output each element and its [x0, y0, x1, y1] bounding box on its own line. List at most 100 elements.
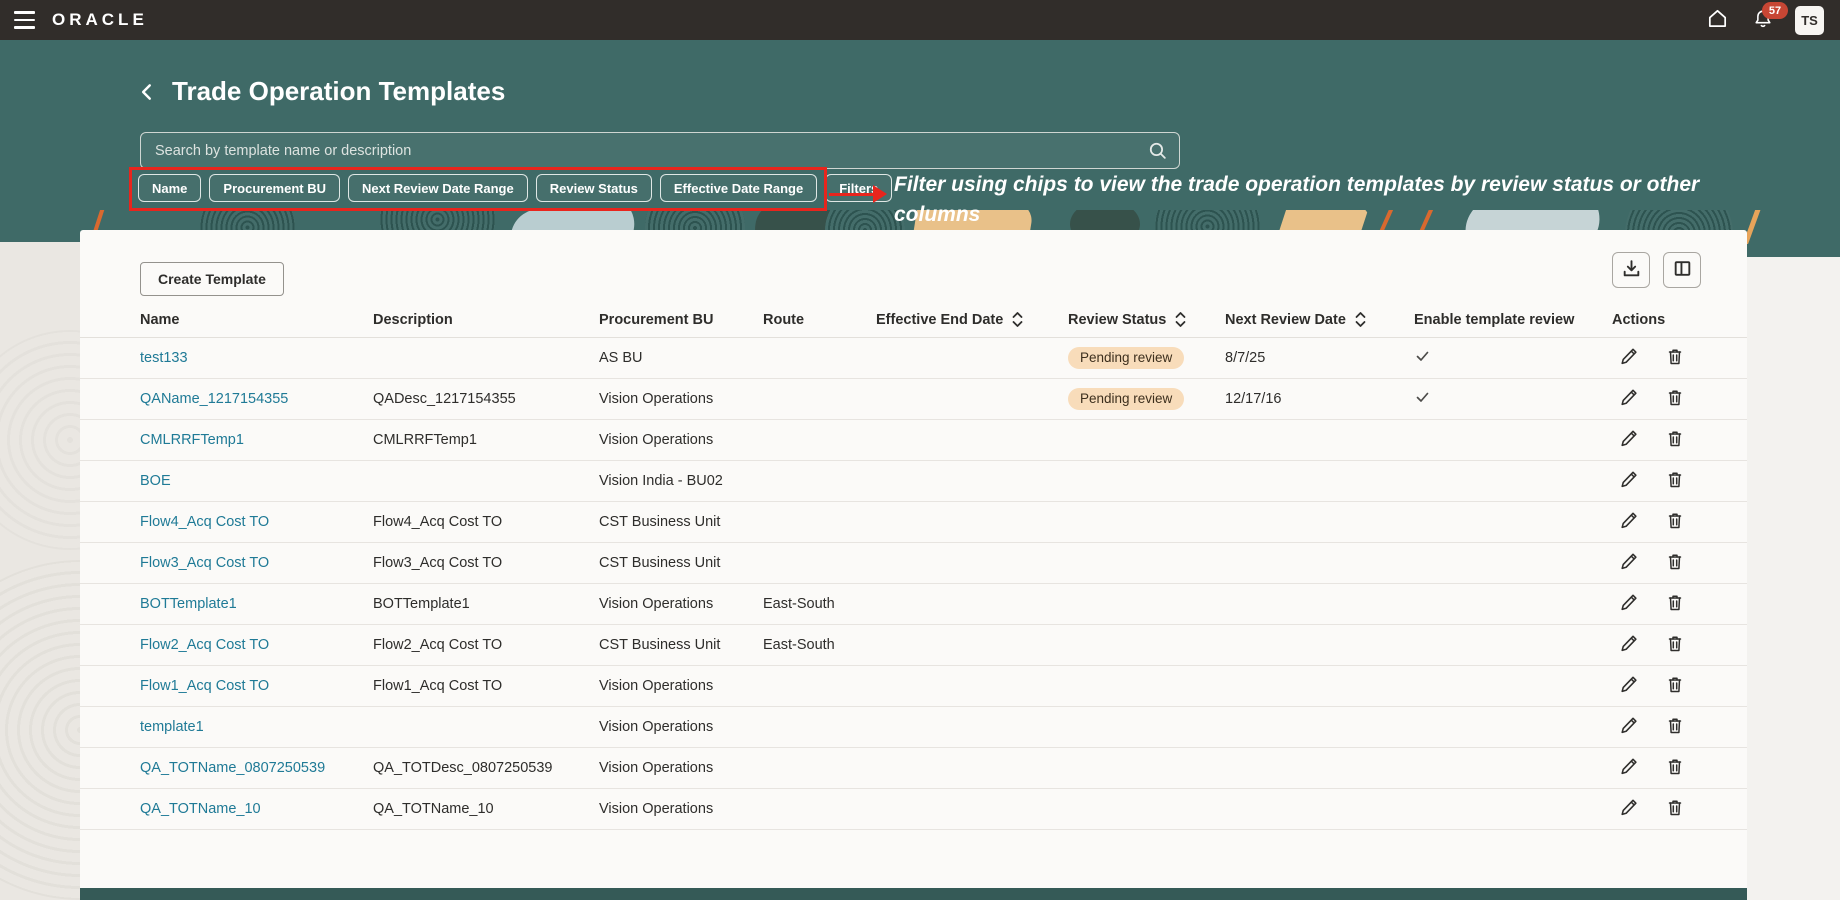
create-template-button[interactable]: Create Template: [140, 262, 284, 296]
search-icon[interactable]: [1147, 140, 1168, 166]
column-header: Next Review Date: [1225, 311, 1414, 328]
review-status-badge: Pending review: [1068, 388, 1184, 410]
edit-button[interactable]: [1618, 715, 1639, 739]
edit-button[interactable]: [1618, 346, 1639, 370]
pencil-icon: [1618, 387, 1639, 411]
column-header-label: Actions: [1612, 312, 1665, 328]
filter-chip[interactable]: Next Review Date Range: [348, 174, 528, 202]
template-name-link[interactable]: Flow4_Acq Cost TO: [140, 514, 269, 530]
cell-description: BOTTemplate1: [373, 596, 599, 612]
template-name-link[interactable]: BOE: [140, 473, 171, 489]
edit-button[interactable]: [1618, 510, 1639, 534]
edit-button[interactable]: [1618, 592, 1639, 616]
filter-chip[interactable]: Name: [138, 174, 201, 202]
template-name-link[interactable]: QAName_1217154355: [140, 391, 288, 407]
cell-procurement-bu: Vision India - BU02: [599, 473, 763, 489]
template-name-link[interactable]: test133: [140, 350, 188, 366]
column-header-label: Review Status: [1068, 312, 1166, 328]
cell-route: East-South: [763, 596, 876, 612]
pencil-icon: [1618, 469, 1639, 493]
edit-button[interactable]: [1618, 551, 1639, 575]
trash-icon: [1665, 346, 1685, 370]
sort-icon[interactable]: [1174, 311, 1187, 328]
page-title: Trade Operation Templates: [172, 76, 505, 107]
trash-icon: [1665, 756, 1685, 780]
template-name-link[interactable]: CMLRRFTemp1: [140, 432, 244, 448]
pencil-icon: [1618, 797, 1639, 821]
table-row: test133 AS BU Pending review 8/7/25: [80, 338, 1747, 379]
delete-button[interactable]: [1665, 674, 1685, 698]
oracle-logo: ORACLE: [52, 10, 148, 30]
hero-banner-extension: [1747, 242, 1840, 257]
pencil-icon: [1618, 551, 1639, 575]
edit-button[interactable]: [1618, 633, 1639, 657]
filter-chip-label: Name: [152, 181, 187, 196]
edit-button[interactable]: [1618, 469, 1639, 493]
template-name-link[interactable]: QA_TOTName_10: [140, 801, 261, 817]
search-bar: [140, 132, 1180, 169]
sort-icon[interactable]: [1354, 311, 1367, 328]
delete-button[interactable]: [1665, 633, 1685, 657]
column-header: Actions: [1612, 312, 1747, 328]
manage-columns-button[interactable]: [1663, 252, 1701, 288]
pencil-icon: [1618, 756, 1639, 780]
top-app-bar: ORACLE 57 TS: [0, 0, 1840, 40]
trash-icon: [1665, 674, 1685, 698]
delete-button[interactable]: [1665, 428, 1685, 452]
home-button[interactable]: [1703, 6, 1731, 34]
template-name-link[interactable]: Flow2_Acq Cost TO: [140, 637, 269, 653]
column-header-label: Enable template review: [1414, 312, 1574, 328]
edit-button[interactable]: [1618, 674, 1639, 698]
cell-route: East-South: [763, 637, 876, 653]
search-input[interactable]: [140, 132, 1180, 169]
cell-procurement-bu: Vision Operations: [599, 391, 763, 407]
sort-icon[interactable]: [1011, 311, 1024, 328]
filter-chip-label: Review Status: [550, 181, 638, 196]
delete-button[interactable]: [1665, 510, 1685, 534]
avatar[interactable]: TS: [1795, 6, 1824, 35]
edit-button[interactable]: [1618, 797, 1639, 821]
delete-button[interactable]: [1665, 715, 1685, 739]
column-header: Name: [140, 312, 373, 328]
delete-button[interactable]: [1665, 346, 1685, 370]
column-header-label: Procurement BU: [599, 312, 713, 328]
pencil-icon: [1618, 633, 1639, 657]
table-row: QA_TOTName_10 QA_TOTName_10 Vision Opera…: [80, 789, 1747, 830]
template-name-link[interactable]: template1: [140, 719, 204, 735]
filter-chips: Name Procurement BU Next Review Date Ran…: [138, 174, 892, 202]
edit-button[interactable]: [1618, 387, 1639, 411]
delete-button[interactable]: [1665, 469, 1685, 493]
back-button[interactable]: [134, 80, 160, 106]
delete-button[interactable]: [1665, 797, 1685, 821]
table-header-row: Name Description Procurement BU Route Ef…: [80, 302, 1747, 338]
template-name-link[interactable]: BOTTemplate1: [140, 596, 237, 612]
edit-button[interactable]: [1618, 756, 1639, 780]
trash-icon: [1665, 387, 1685, 411]
column-header-label: Next Review Date: [1225, 312, 1346, 328]
template-name-link[interactable]: Flow3_Acq Cost TO: [140, 555, 269, 571]
delete-button[interactable]: [1665, 592, 1685, 616]
download-button[interactable]: [1612, 252, 1650, 288]
cell-procurement-bu: CST Business Unit: [599, 637, 763, 653]
column-header: Effective End Date: [876, 311, 1068, 328]
chevron-left-icon: [136, 91, 158, 106]
trash-icon: [1665, 469, 1685, 493]
edit-button[interactable]: [1618, 428, 1639, 452]
delete-button[interactable]: [1665, 387, 1685, 411]
cell-description: QA_TOTDesc_0807250539: [373, 760, 599, 776]
menu-icon[interactable]: [4, 0, 44, 40]
delete-button[interactable]: [1665, 756, 1685, 780]
filter-chip[interactable]: Effective Date Range: [660, 174, 817, 202]
notifications-button[interactable]: 57: [1749, 6, 1777, 34]
template-name-link[interactable]: Flow1_Acq Cost TO: [140, 678, 269, 694]
cell-description: QA_TOTName_10: [373, 801, 599, 817]
filter-chip[interactable]: Review Status: [536, 174, 652, 202]
annotation-arrow-head: [873, 185, 887, 203]
filter-chip[interactable]: Procurement BU: [209, 174, 340, 202]
template-name-link[interactable]: QA_TOTName_0807250539: [140, 760, 325, 776]
card-bottom-strip: [80, 888, 1747, 900]
delete-button[interactable]: [1665, 551, 1685, 575]
table-body: test133 AS BU Pending review 8/7/25: [80, 338, 1747, 830]
notification-count-badge: 57: [1762, 2, 1788, 19]
cell-procurement-bu: Vision Operations: [599, 719, 763, 735]
